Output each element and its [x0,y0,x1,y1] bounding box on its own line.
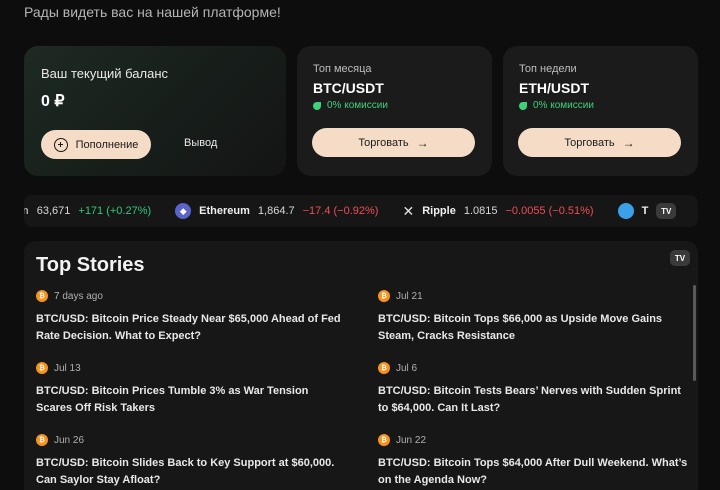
ticker-change: −17.4 (−0.92%) [302,205,379,217]
top-month-card: Топ месяца BTC/USDT 0% комиссии Торговат… [297,46,492,176]
ticker-item[interactable]: ✕ Ripple 1.0815 −0.0055 (−0.51%) [402,203,593,220]
story-item[interactable]: ₿ Jun 26 BTC/USD: Bitcoin Slides Back to … [36,433,346,489]
top-month-fee: 0% комиссии [313,100,388,111]
story-headline: BTC/USD: Bitcoin Slides Back to Key Supp… [36,457,335,486]
tradingview-logo-icon[interactable]: TV [656,203,677,219]
story-date: 7 days ago [54,290,103,302]
top-week-card: Топ недели ETH/USDT 0% комиссии Торговат… [503,46,698,176]
story-item[interactable]: ₿ Jul 6 BTC/USD: Bitcoin Tests Bears’ Ner… [378,361,688,417]
trade-button-month[interactable]: Торговать → [312,128,475,157]
story-item[interactable]: ₿ Jul 21 BTC/USD: Bitcoin Tops $66,000 as… [378,289,688,345]
top-week-label: Топ недели [519,63,577,75]
top-week-fee: 0% комиссии [519,100,594,111]
bitcoin-icon: ₿ [36,290,48,302]
balance-value: 0 ₽ [41,93,65,110]
plus-circle-icon [53,137,68,152]
top-month-pair: BTC/USDT [313,80,384,96]
trade-label: Торговать [358,136,409,149]
story-date: Jul 6 [396,362,418,374]
welcome-text: Рады видеть вас на нашей платформе! [24,4,281,20]
top-month-label: Топ месяца [313,63,372,75]
ticker-name: T [641,205,649,217]
ticker-name: Ripple [422,205,456,217]
ticker-name: Ethereum [199,205,250,217]
story-headline: BTC/USD: Bitcoin Tops $64,000 After Dull… [378,457,688,486]
story-headline: BTC/USD: Bitcoin Tops $66,000 as Upside … [378,313,663,342]
arrow-right-icon: → [622,135,635,150]
ethereum-icon: ◆ [175,203,192,219]
ticker-item[interactable]: T TV [617,203,677,219]
top-week-pair: ETH/USDT [519,80,589,96]
story-item[interactable]: ₿ Jul 13 BTC/USD: Bitcoin Prices Tumble 3… [36,361,346,417]
leaf-icon [519,101,527,110]
bitcoin-icon: ₿ [378,290,390,302]
price-ticker: n 63,671 +171 (+0.27%) ◆ Ethereum 1,864.… [24,195,698,227]
story-headline: BTC/USD: Bitcoin Price Steady Near $65,0… [36,313,341,342]
bitcoin-icon: ₿ [36,362,48,374]
story-headline: BTC/USD: Bitcoin Tests Bears’ Nerves wit… [378,385,681,414]
story-date: Jun 26 [54,434,85,446]
x-icon: ✕ [402,202,415,219]
top-stories-panel: Top Stories TV ₿ 7 days ago BTC/USD: Bitc… [24,241,698,490]
bitcoin-icon: ₿ [36,434,48,446]
balance-card: Ваш текущий баланс 0 ₽ Пополнение Вывод [24,46,286,176]
story-headline: BTC/USD: Bitcoin Prices Tumble 3% as War… [36,385,309,414]
arrow-right-icon: → [416,135,429,150]
ticker-price: 1.0815 [463,205,498,217]
story-date: Jun 22 [396,434,427,446]
toncoin-icon [617,203,634,219]
ticker-change: −0.0055 (−0.51%) [505,205,594,217]
story-item[interactable]: ₿ Jun 22 BTC/USD: Bitcoin Tops $64,000 Af… [378,433,688,489]
deposit-button[interactable]: Пополнение [41,130,151,159]
ticker-price: 1,864.7 [257,205,295,217]
bitcoin-icon: ₿ [378,362,390,374]
trade-label: Торговать [564,136,615,149]
trade-button-week[interactable]: Торговать → [518,128,681,157]
story-item[interactable]: ₿ 7 days ago BTC/USD: Bitcoin Price Stead… [36,289,346,345]
fee-text: 0% комиссии [533,100,594,111]
withdraw-button[interactable]: Вывод [184,137,217,149]
ticker-item[interactable]: ◆ Ethereum 1,864.7 −17.4 (−0.92%) [175,203,378,219]
deposit-label: Пополнение [75,138,139,151]
fee-text: 0% комиссии [327,100,388,111]
bitcoin-icon: ₿ [378,434,390,446]
story-date: Jul 13 [54,362,81,374]
ticker-change: +171 (+0.27%) [78,205,152,217]
tradingview-logo-icon[interactable]: TV [670,250,690,266]
balance-label: Ваш текущий баланс [41,66,169,81]
ticker-price: 63,671 [36,205,71,217]
leaf-icon [313,101,321,110]
ticker-item[interactable]: n 63,671 +171 (+0.27%) [24,205,151,217]
stories-title: Top Stories [36,254,145,276]
scrollbar[interactable] [693,285,696,381]
story-date: Jul 21 [396,290,423,302]
